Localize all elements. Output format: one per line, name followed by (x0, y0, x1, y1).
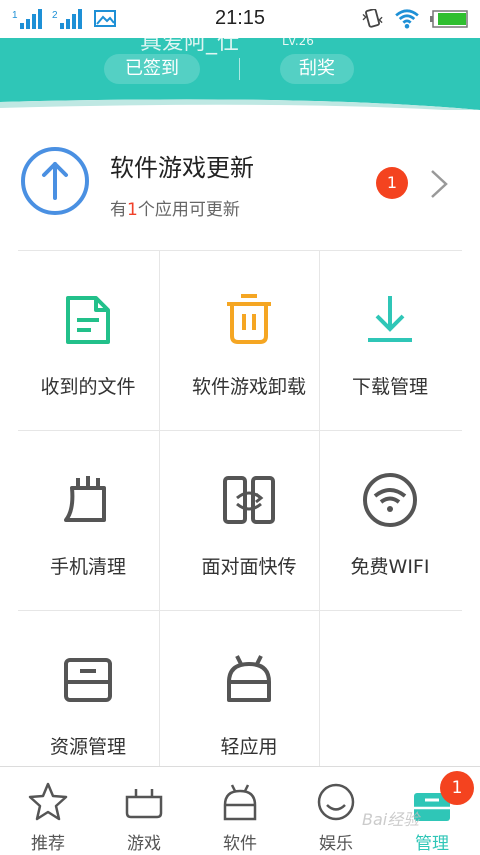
wifi-status-icon (395, 9, 419, 29)
grid-item-label: 软件游戏卸载 (191, 376, 306, 398)
transfer-icon (223, 476, 275, 524)
star-icon (28, 782, 68, 821)
manage-tab-badge: 1 (440, 771, 474, 805)
update-row[interactable]: 软件游戏更新 有1个应用可更新 1 (0, 110, 480, 250)
update-badge: 1 (376, 167, 408, 199)
file-received-icon (66, 296, 110, 344)
broom-icon (64, 476, 106, 522)
grid-item-label: 下载管理 (351, 376, 428, 398)
tab-label: 管理 (415, 834, 449, 854)
grid-item-download-manager[interactable]: 下载管理 (320, 250, 460, 430)
android-icon (227, 655, 271, 702)
checked-in-button[interactable]: 已签到 (104, 54, 200, 84)
main-card: 软件游戏更新 有1个应用可更新 1 收到的文件 软件游戏卸载 下载管理 手机清理… (0, 110, 480, 766)
update-title: 软件游戏更新 (110, 154, 254, 182)
grid-item-uninstall[interactable]: 软件游戏卸载 (179, 250, 319, 430)
update-arrow-icon (21, 147, 89, 215)
scratch-button[interactable]: 刮奖 (280, 54, 354, 84)
download-icon (368, 296, 412, 342)
trash-icon (227, 294, 271, 344)
grid-item-label: 轻应用 (220, 736, 278, 758)
grid-item-phone-clean[interactable]: 手机清理 (18, 430, 158, 610)
grid-item-label: 面对面快传 (201, 556, 297, 578)
watermark: Bai经验 (362, 810, 420, 829)
android-icon (223, 784, 257, 821)
grid-item-label: 手机清理 (49, 556, 126, 578)
grid-item-face-transfer[interactable]: 面对面快传 (179, 430, 319, 610)
battery-icon (430, 10, 468, 28)
tab-label: 推荐 (31, 834, 65, 854)
grid-item-resource-manager[interactable]: 资源管理 (18, 610, 158, 790)
grid-item-label: 收到的文件 (40, 376, 136, 398)
tab-label: 软件 (223, 834, 257, 854)
grid-item-label: 免费WIFI (350, 556, 430, 578)
grid-item-free-wifi[interactable]: 免费WIFI (320, 430, 460, 610)
update-count: 1 (127, 200, 138, 220)
vibrate-icon (362, 9, 383, 28)
header-wave (0, 88, 480, 112)
chevron-right-icon (431, 170, 448, 198)
tab-software[interactable]: 软件 (192, 767, 288, 855)
tab-recommend[interactable]: 推荐 (0, 767, 96, 855)
status-bar: 1 2 21:15 (0, 0, 480, 38)
grid-item-received-files[interactable]: 收到的文件 (18, 250, 158, 430)
header-divider (239, 58, 240, 80)
storage-icon (64, 658, 112, 702)
grid-item-label: 资源管理 (49, 736, 126, 758)
tab-label: 游戏 (127, 834, 161, 854)
smiley-icon (317, 783, 355, 821)
tab-label: 娱乐 (319, 834, 353, 854)
update-subtitle: 有1个应用可更新 (110, 200, 240, 220)
wifi-icon (363, 473, 417, 527)
grid-item-light-apps[interactable]: 轻应用 (179, 610, 319, 790)
tab-games[interactable]: 游戏 (96, 767, 192, 855)
level-badge: Lv.26 (282, 38, 314, 48)
gamepad-icon (125, 789, 163, 819)
